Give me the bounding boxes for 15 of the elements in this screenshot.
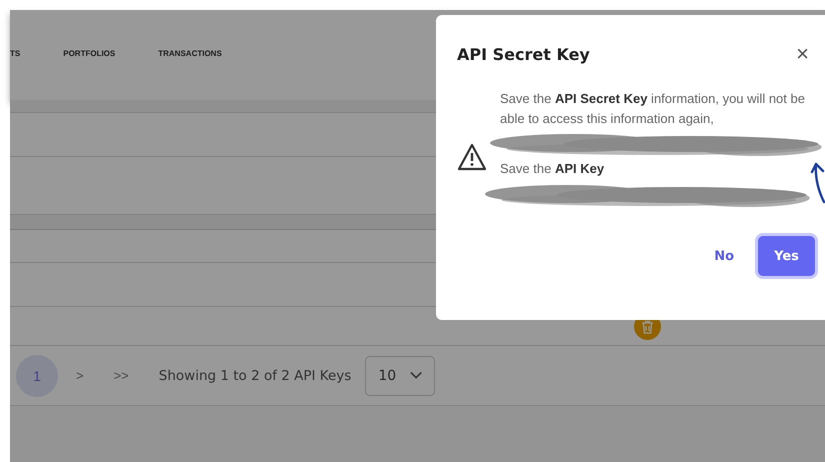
last-page-button[interactable]: >> (114, 368, 129, 383)
warning-icon (457, 143, 487, 171)
chevron-down-icon (410, 371, 422, 380)
cancel-button[interactable]: No (704, 236, 744, 276)
confirm-button[interactable]: Yes (758, 236, 815, 276)
nav-tab[interactable]: TRANSACTIONS (158, 48, 222, 58)
next-page-button[interactable]: > (76, 368, 84, 383)
nav-tab[interactable]: TS (10, 48, 20, 58)
api-key-label: Save the API Key (500, 161, 606, 176)
dialog-title: API Secret Key (457, 44, 590, 64)
nav-tab[interactable]: PORTFOLIOS (63, 48, 116, 58)
dialog-message: Save the API Secret Key information, you will not be able to access this information again, (500, 90, 806, 128)
pagination-summary: Showing 1 to 2 of 2 API Keys (158, 368, 352, 384)
page-size-select[interactable]: 10 (365, 356, 436, 396)
close-button[interactable]: × (796, 43, 809, 65)
